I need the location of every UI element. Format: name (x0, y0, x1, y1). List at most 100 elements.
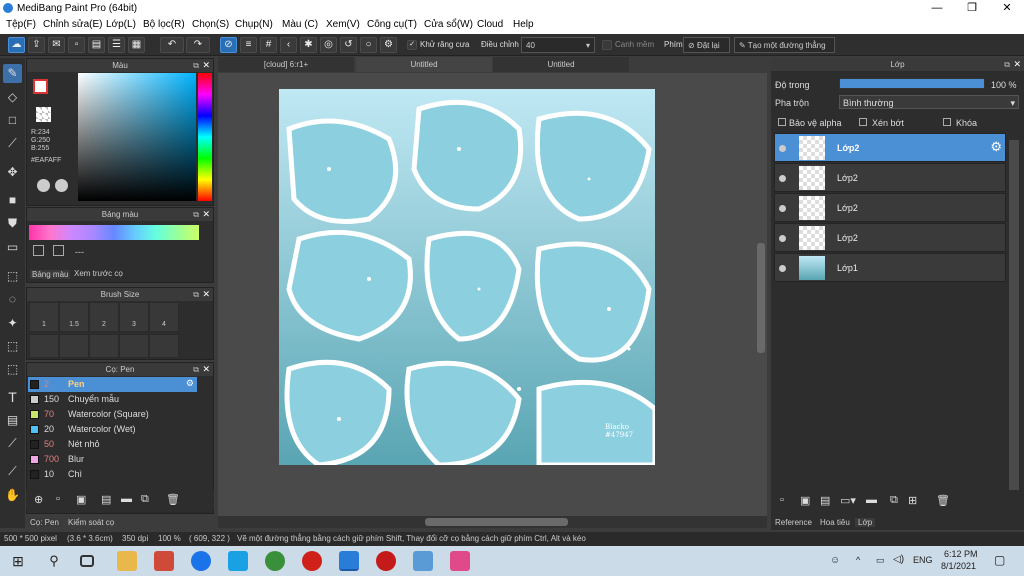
brush-item[interactable]: 700 Blur (28, 452, 197, 467)
brush-item[interactable]: 20 Watercolor (Wet) (28, 422, 197, 437)
brush-size-2[interactable]: 2 (89, 302, 119, 332)
select-pen-icon[interactable]: ⬚ (3, 337, 22, 356)
close-icon[interactable]: ✕ (202, 363, 210, 376)
brush-size-cell[interactable] (119, 334, 149, 358)
brush-size-cell[interactable] (59, 334, 89, 358)
folder-icon[interactable]: ▬ (866, 494, 877, 506)
rect-tool-icon[interactable]: □ (3, 111, 22, 130)
trash-icon[interactable]: 🗑 (936, 494, 950, 507)
duplicate-icon[interactable]: ⧉ (141, 493, 149, 506)
cloud-icon[interactable]: ☁ (8, 37, 25, 53)
new-palette-icon[interactable] (33, 245, 44, 256)
eraser-tool-icon[interactable]: ◇ (3, 88, 22, 107)
saturation-picker[interactable] (78, 73, 196, 201)
zalo-icon[interactable] (191, 551, 211, 571)
brush-size-cell[interactable] (149, 334, 179, 358)
delete-palette-icon[interactable] (53, 245, 64, 256)
layer-row[interactable]: Lớp2 (774, 163, 1006, 192)
doc-tab-untitled-2[interactable]: Untitled (493, 57, 629, 72)
tab-brush-control[interactable]: Kiểm soát cọ (68, 518, 114, 527)
curve-snap-icon[interactable]: ↺ (340, 37, 357, 53)
new-file-icon[interactable]: ▫ (68, 37, 85, 53)
fill-rect-tool-icon[interactable]: ■ (3, 191, 22, 210)
canvas-area[interactable]: Blacko #47947 (218, 73, 767, 516)
popout-icon[interactable]: ⧉ (193, 363, 199, 376)
menu-tools[interactable]: Công cụ(T) (367, 19, 417, 30)
volume-icon[interactable]: ◁) (893, 554, 904, 565)
layer-type-icon[interactable]: ▭▾ (840, 494, 856, 507)
duplicate-layer-icon[interactable]: ⧉ (890, 494, 898, 507)
reset-button[interactable]: ⊘ Đặt lại (683, 37, 730, 53)
magic-wand-icon[interactable]: ✦ (3, 314, 22, 333)
undo-icon[interactable]: ↶ (160, 37, 184, 53)
comment-icon[interactable]: ✉ (48, 37, 65, 53)
palette-swatches[interactable] (29, 225, 199, 240)
layer-row[interactable]: Lớp2 (774, 193, 1006, 222)
clip-checkbox[interactable] (859, 118, 867, 126)
concentric-snap-icon[interactable]: ◎ (320, 37, 337, 53)
eye-icon[interactable] (779, 205, 786, 212)
upload-icon[interactable]: ⇪ (28, 37, 45, 53)
menu-layer[interactable]: Lớp(L) (106, 19, 136, 30)
eyedropper-tool-icon[interactable]: ⟋ (3, 434, 22, 453)
skype-icon[interactable] (228, 551, 248, 571)
people-icon[interactable]: ☺ (830, 555, 840, 566)
opera-icon[interactable] (302, 551, 322, 571)
settings-icon[interactable]: ⚙ (380, 37, 397, 53)
parallel-snap-icon[interactable]: ≡ (240, 37, 257, 53)
brush-settings-icon[interactable]: ▤ (101, 493, 111, 506)
menu-color[interactable]: Màu (C) (282, 19, 318, 30)
palette-icon[interactable] (37, 179, 50, 192)
gradient-tool-icon[interactable]: ▭ (3, 238, 22, 257)
close-button[interactable]: ✕ (990, 0, 1024, 17)
dropper-tool-icon[interactable]: ⟋ (3, 462, 22, 481)
close-icon[interactable]: ✕ (1013, 58, 1021, 71)
layer-row[interactable]: Lớp1 (774, 253, 1006, 282)
brush-size-3[interactable]: 3 (119, 302, 149, 332)
tab-layer[interactable]: Lớp (855, 518, 876, 527)
brush-item[interactable]: 150 Chuyển mẫu (28, 392, 197, 407)
new-8bit-layer-icon[interactable]: ▤ (820, 494, 830, 507)
grid-icon[interactable]: ▦ (128, 37, 145, 53)
layer-row-selected[interactable]: Lớp2 ⚙ (774, 133, 1006, 162)
task-view-icon[interactable] (80, 555, 94, 567)
lock-checkbox[interactable] (943, 118, 951, 126)
paint-app-icon[interactable] (413, 551, 433, 571)
brush-item[interactable]: 50 Nét nhỏ (28, 437, 197, 452)
layer-row[interactable]: Lớp2 (774, 223, 1006, 252)
menu-help[interactable]: Help (513, 19, 534, 30)
brush-size-1-5[interactable]: 1.5 (59, 302, 89, 332)
network-icon[interactable]: ▭ (876, 555, 885, 566)
menu-file[interactable]: Tệp(F) (6, 19, 36, 30)
clock-time[interactable]: 6:12 PM (944, 549, 978, 559)
opacity-slider[interactable] (839, 78, 985, 89)
line-tool-icon[interactable]: ⟋ (3, 134, 22, 153)
menu-window[interactable]: Cửa sổ(W) (424, 19, 473, 30)
eye-icon[interactable] (779, 175, 786, 182)
gear-icon[interactable]: ⚙ (990, 139, 1002, 155)
menu-capture[interactable]: Chụp(N) (235, 19, 273, 30)
brush-item[interactable]: 10 Chì (28, 467, 197, 482)
divide-tool-icon[interactable]: ▤ (3, 411, 22, 430)
gear-icon[interactable]: ⚙ (186, 378, 194, 389)
bucket-tool-icon[interactable]: ⛊ (3, 214, 22, 233)
close-icon[interactable]: ✕ (202, 288, 210, 301)
cross-snap-icon[interactable]: # (260, 37, 277, 53)
lang-indicator[interactable]: ENG (913, 555, 933, 565)
vertical-scrollbar[interactable] (757, 243, 765, 353)
text-tool-icon[interactable]: T (3, 388, 22, 407)
medibang-icon[interactable] (339, 551, 359, 571)
popout-icon[interactable]: ⧉ (193, 208, 199, 221)
secondary-color-swatch[interactable] (36, 107, 51, 122)
trash-icon[interactable]: 🗑 (166, 493, 180, 506)
select-eraser-icon[interactable]: ⬚ (3, 360, 22, 379)
tab-brush-pen[interactable]: Cọ: Pen (28, 518, 61, 527)
tab-reference[interactable]: Reference (775, 518, 812, 527)
vanish-snap-icon[interactable]: ‹ (280, 37, 297, 53)
folder-icon[interactable]: ▬ (121, 493, 132, 505)
radial-snap-icon[interactable]: ✱ (300, 37, 317, 53)
popout-icon[interactable]: ⧉ (193, 288, 199, 301)
protect-alpha-checkbox[interactable] (778, 118, 786, 126)
doc-tab-untitled-1[interactable]: Untitled (356, 57, 492, 72)
brush-tool-icon[interactable]: ✎ (3, 64, 22, 83)
